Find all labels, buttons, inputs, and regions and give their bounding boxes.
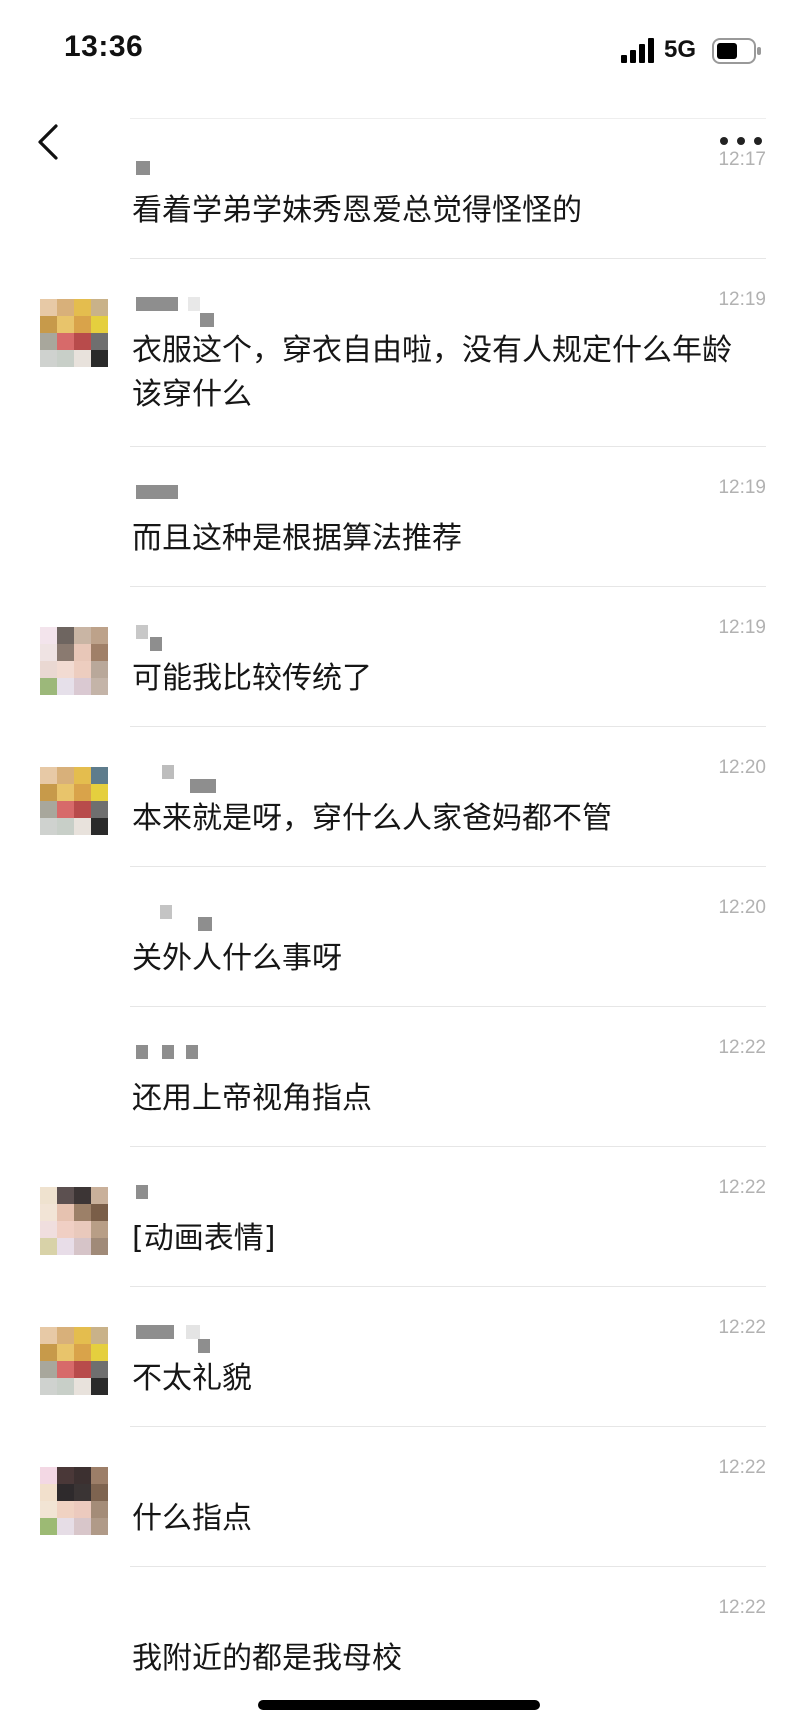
message-item[interactable]: 12:20 关外人什么事呀 (130, 866, 766, 1006)
message-item[interactable]: 12:22 什么指点 (40, 1426, 766, 1566)
blurred-nickname (136, 1465, 256, 1483)
message-text: 而且这种是根据算法推荐 (132, 521, 462, 556)
home-indicator (258, 1700, 540, 1710)
blurred-nickname (136, 625, 256, 651)
message-time: 12:22 (718, 1177, 766, 1198)
blurred-nickname (136, 1325, 256, 1353)
message-time: 12:20 (718, 757, 766, 778)
message-time: 12:17 (718, 149, 766, 170)
message-text: 衣服这个，穿衣自由啦，没有人规定什么年龄该穿什么 (132, 333, 732, 412)
message-item[interactable]: 12:17 看着学弟学妹秀恩爱总觉得怪怪的 (130, 118, 766, 258)
cellular-signal-icon (621, 38, 654, 63)
network-type-label: 5G (664, 36, 697, 63)
message-item[interactable]: 12:19 可能我比较传统了 (40, 586, 766, 726)
blurred-nickname (136, 765, 256, 793)
message-time: 12:19 (718, 289, 766, 310)
blurred-nickname (136, 1605, 256, 1623)
blurred-nickname (136, 485, 256, 503)
message-text: 关外人什么事呀 (132, 941, 342, 976)
avatar[interactable] (40, 1467, 108, 1535)
message-time: 12:22 (718, 1597, 766, 1618)
message-time: 12:22 (718, 1457, 766, 1478)
message-item[interactable]: 12:22 还用上帝视角指点 (130, 1006, 766, 1146)
message-text: 本来就是呀，穿什么人家爸妈都不管 (132, 801, 612, 836)
blurred-nickname (136, 1185, 256, 1203)
chat-message-list[interactable]: 12:17 看着学弟学妹秀恩爱总觉得怪怪的 12:19 衣服这个，穿衣自由啦，没… (0, 118, 798, 1706)
message-item[interactable]: 12:22 不太礼貌 (40, 1286, 766, 1426)
message-text: 不太礼貌 (132, 1361, 252, 1396)
avatar[interactable] (40, 627, 108, 695)
status-time: 13:36 (64, 30, 144, 63)
avatar[interactable] (40, 1187, 108, 1255)
message-time: 12:22 (718, 1317, 766, 1338)
message-item[interactable]: 12:19 衣服这个，穿衣自由啦，没有人规定什么年龄该穿什么 (40, 258, 766, 446)
message-time: 12:22 (718, 1037, 766, 1058)
blurred-nickname (136, 905, 256, 931)
message-text: [动画表情] (132, 1221, 276, 1256)
message-item[interactable]: 12:22 我附近的都是我母校 (130, 1566, 766, 1706)
message-item[interactable]: 12:20 本来就是呀，穿什么人家爸妈都不管 (40, 726, 766, 866)
avatar[interactable] (40, 767, 108, 835)
message-item[interactable]: 12:19 而且这种是根据算法推荐 (130, 446, 766, 586)
blurred-nickname (136, 1045, 256, 1063)
message-text: 看着学弟学妹秀恩爱总觉得怪怪的 (132, 193, 582, 228)
message-item[interactable]: 12:22 [动画表情] (40, 1146, 766, 1286)
message-time: 12:19 (718, 617, 766, 638)
message-time: 12:20 (718, 897, 766, 918)
blurred-nickname (136, 157, 256, 175)
message-text: 可能我比较传统了 (132, 661, 372, 696)
message-time: 12:19 (718, 477, 766, 498)
battery-icon (712, 38, 761, 64)
message-text: 还用上帝视角指点 (132, 1081, 372, 1116)
avatar[interactable] (40, 299, 108, 367)
status-bar: 13:36 5G (0, 0, 798, 100)
message-text: 什么指点 (132, 1501, 252, 1536)
message-text: 我附近的都是我母校 (132, 1641, 402, 1676)
blurred-nickname (136, 297, 256, 327)
avatar[interactable] (40, 1327, 108, 1395)
